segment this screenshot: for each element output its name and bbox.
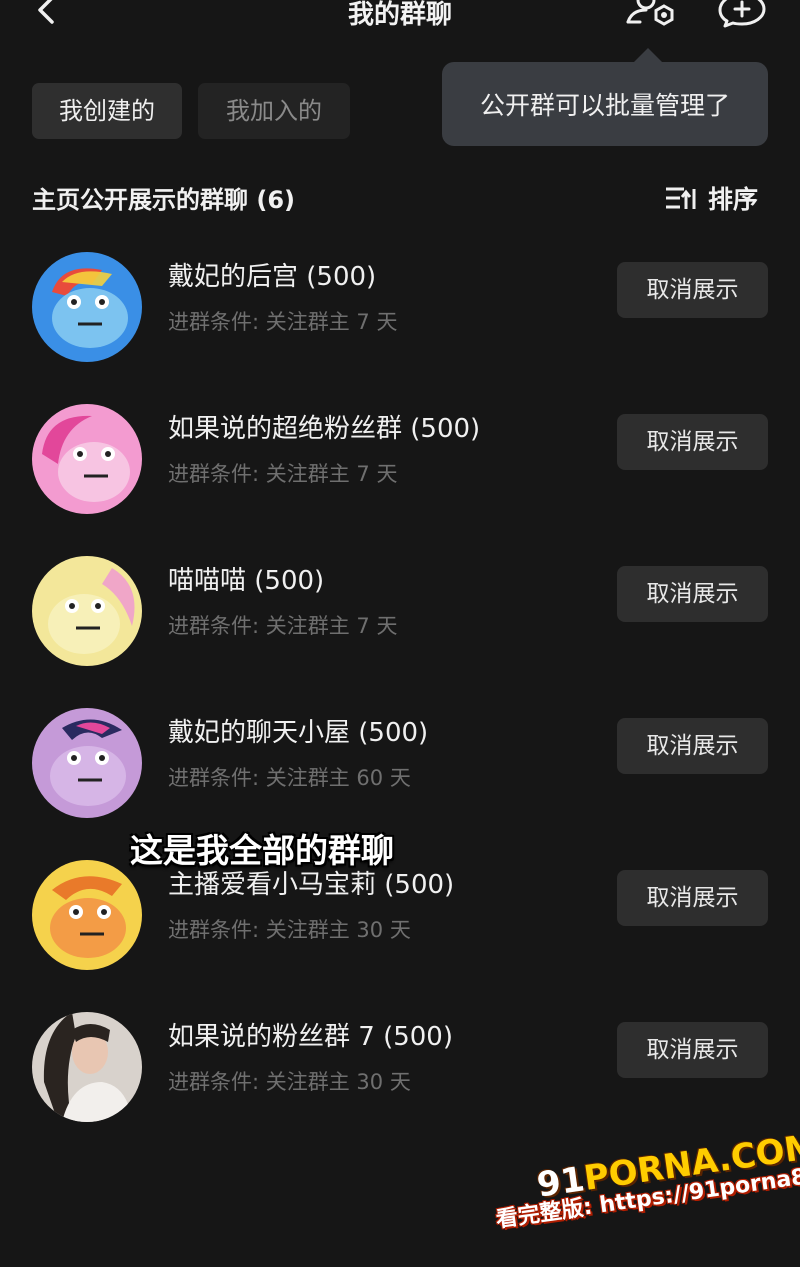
tooltip-text: 公开群可以批量管理了 (479, 91, 730, 120)
group-avatar (32, 1012, 142, 1122)
tab-created[interactable]: 我创建的 (32, 83, 182, 139)
group-row[interactable]: 如果说的粉丝群 7 (500) 进群条件: 关注群主 30 天 取消展示 (0, 996, 800, 1148)
section-title: 主页公开展示的群聊 (6) (32, 186, 295, 214)
sort-button[interactable]: 排序 (664, 178, 758, 218)
cancel-display-button[interactable]: 取消展示 (617, 566, 768, 622)
page-title: 我的群聊 (347, 0, 452, 30)
cancel-display-button[interactable]: 取消展示 (617, 1022, 768, 1078)
group-row[interactable]: 戴妃的聊天小屋 (500) 进群条件: 关注群主 60 天 取消展示 (0, 692, 800, 844)
group-avatar (32, 708, 142, 818)
cancel-display-button[interactable]: 取消展示 (617, 414, 768, 470)
group-avatar (32, 860, 142, 970)
group-row[interactable]: 如果说的超绝粉丝群 (500) 进群条件: 关注群主 7 天 取消展示 (0, 388, 800, 540)
group-condition: 进群条件: 关注群主 7 天 (168, 462, 398, 486)
group-condition: 进群条件: 关注群主 60 天 (168, 766, 411, 790)
add-chat-button[interactable] (714, 0, 770, 36)
group-name: 戴妃的后宫 (500) (168, 262, 377, 292)
group-settings-button[interactable] (622, 0, 678, 36)
group-settings-icon (626, 0, 674, 26)
group-condition: 进群条件: 关注群主 30 天 (168, 918, 411, 942)
group-condition: 进群条件: 关注群主 30 天 (168, 1070, 411, 1094)
top-bar: 我的群聊 (0, 0, 800, 40)
sort-icon (666, 187, 696, 209)
cancel-display-button[interactable]: 取消展示 (617, 262, 768, 318)
group-avatar (32, 252, 142, 362)
group-name: 戴妃的聊天小屋 (500) (168, 718, 429, 748)
cancel-display-button[interactable]: 取消展示 (617, 870, 768, 926)
bulk-manage-tooltip: 公开群可以批量管理了 (442, 48, 768, 146)
tab-joined[interactable]: 我加入的 (198, 83, 350, 139)
group-row[interactable]: 主播爱看小马宝莉 (500) 进群条件: 关注群主 30 天 取消展示 (0, 844, 800, 996)
overlay-caption: 这是我全部的群聊 (130, 831, 394, 870)
group-name: 喵喵喵 (500) (168, 566, 325, 596)
group-name: 如果说的超绝粉丝群 (500) (168, 414, 481, 444)
cancel-display-button[interactable]: 取消展示 (617, 718, 768, 774)
sort-label: 排序 (708, 185, 759, 214)
group-name: 如果说的粉丝群 7 (500) (168, 1022, 453, 1052)
group-row[interactable]: 戴妃的后宫 (500) 进群条件: 关注群主 7 天 取消展示 (0, 236, 800, 388)
group-row[interactable]: 喵喵喵 (500) 进群条件: 关注群主 7 天 取消展示 (0, 540, 800, 692)
group-avatar (32, 404, 142, 514)
group-avatar (32, 556, 142, 666)
group-condition: 进群条件: 关注群主 7 天 (168, 310, 398, 334)
group-condition: 进群条件: 关注群主 7 天 (168, 614, 398, 638)
add-chat-icon (718, 0, 766, 28)
